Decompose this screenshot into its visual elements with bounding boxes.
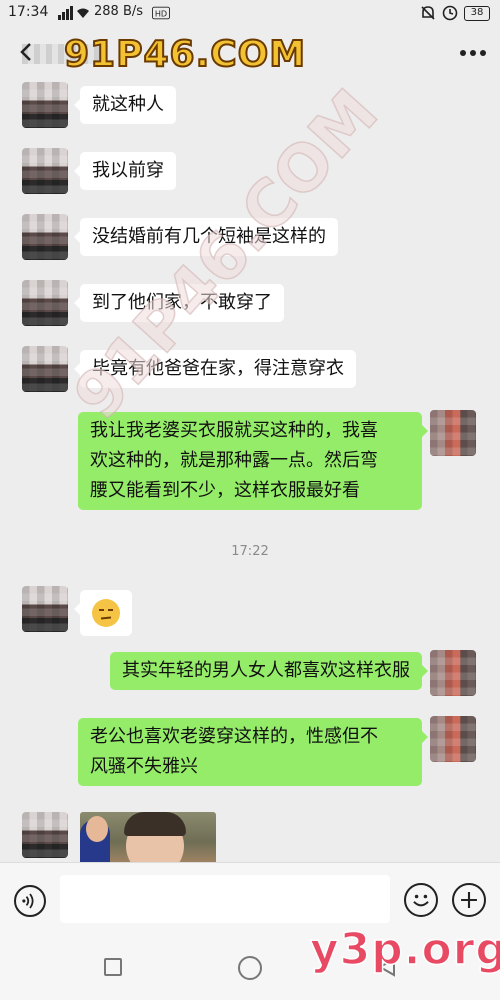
message-line: 欢这种的，就是那种露一点。然后弯 xyxy=(90,450,378,471)
status-time: 17:34 xyxy=(8,4,49,20)
message-bubble[interactable]: 就这种人 xyxy=(74,86,176,124)
chat-timestamp: 17:22 xyxy=(231,544,269,559)
mute-icon xyxy=(421,6,435,20)
chat-header: 91P46.COM xyxy=(0,26,500,80)
contact-avatar[interactable] xyxy=(22,346,68,392)
battery-icon: 38 xyxy=(464,5,490,21)
message-bubble[interactable]: 其实年轻的男人女人都喜欢这样衣服 xyxy=(110,652,428,690)
my-avatar[interactable] xyxy=(430,410,476,456)
hd-icon: HD xyxy=(152,6,170,20)
message-bubble[interactable]: 我让我老婆买衣服就买这种的，我喜 欢这种的，就是那种露一点。然后弯 腰又能看到不… xyxy=(78,412,428,510)
voice-icon[interactable] xyxy=(14,885,46,917)
net-speed: 288 B/s xyxy=(94,4,144,19)
message-bubble[interactable]: 到了他们家，不敢穿了 xyxy=(74,284,284,322)
back-arrow-icon[interactable] xyxy=(12,38,40,66)
my-avatar[interactable] xyxy=(430,650,476,696)
alarm-icon xyxy=(442,5,458,21)
nav-home-icon[interactable] xyxy=(238,956,262,980)
my-avatar[interactable] xyxy=(430,716,476,762)
message-line: 老公也喜欢老婆穿这样的，性感但不 xyxy=(90,726,378,747)
status-bar: 17:34 288 B/s HD 38 xyxy=(0,0,500,26)
message-bubble[interactable]: 老公也喜欢老婆穿这样的，性感但不 风骚不失雅兴 xyxy=(78,718,428,786)
plus-icon[interactable] xyxy=(452,883,486,917)
photo-child-1-face xyxy=(86,816,108,842)
svg-text:HD: HD xyxy=(155,9,167,19)
message-line: 腰又能看到不少，这样衣服最好看 xyxy=(90,480,360,501)
chat-area[interactable]: 就这种人 我以前穿 没结婚前有几个短袖是这样的 到了他们家，不敢穿了 毕竟有他爸… xyxy=(0,80,500,862)
contact-avatar[interactable] xyxy=(22,812,68,858)
message-line: 风骚不失雅兴 xyxy=(90,756,198,777)
emoji-icon[interactable] xyxy=(404,883,438,917)
nav-square-icon[interactable] xyxy=(104,958,122,976)
unamused-emoji-icon xyxy=(92,599,120,627)
contact-avatar[interactable] xyxy=(22,586,68,632)
watermark-top: 91P46.COM xyxy=(63,33,307,76)
watermark-bottom: y3p.org xyxy=(309,923,500,976)
message-bubble[interactable]: 没结婚前有几个短袖是这样的 xyxy=(74,218,338,256)
contact-avatar[interactable] xyxy=(22,280,68,326)
message-input[interactable] xyxy=(60,875,390,923)
more-icon[interactable] xyxy=(460,46,486,60)
photo-message[interactable] xyxy=(80,812,216,862)
contact-avatar[interactable] xyxy=(22,82,68,128)
message-bubble[interactable]: 毕竟有他爸爸在家，得注意穿衣 xyxy=(74,350,356,388)
message-bubble[interactable]: 我以前穿 xyxy=(74,152,176,190)
photo-child-2-hair xyxy=(124,812,186,836)
contact-avatar[interactable] xyxy=(22,214,68,260)
message-bubble[interactable] xyxy=(74,590,132,636)
contact-avatar[interactable] xyxy=(22,148,68,194)
message-line: 我让我老婆买衣服就买这种的，我喜 xyxy=(90,420,378,441)
signal-icon xyxy=(58,6,89,20)
